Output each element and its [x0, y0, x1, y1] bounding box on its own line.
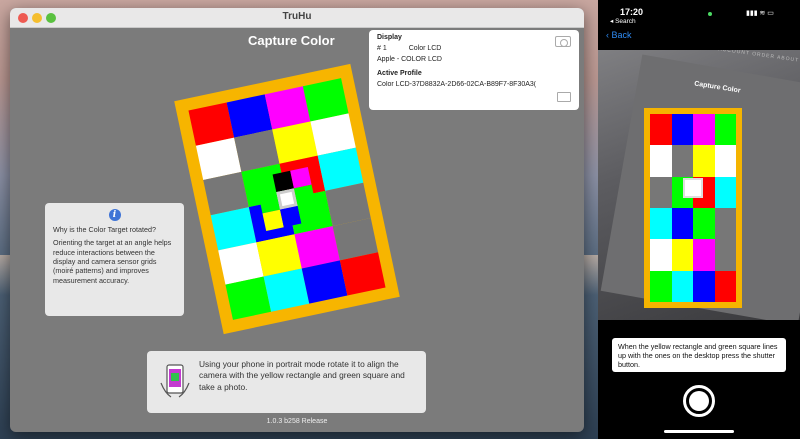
display-vendor: Apple - COLOR LCD: [377, 56, 442, 63]
page-title: Capture Color: [248, 33, 335, 48]
camera-icon[interactable]: [555, 36, 571, 47]
green-alignment-square: [683, 178, 703, 198]
color-patch: [714, 239, 736, 271]
color-patch: [671, 270, 693, 302]
color-patch: [693, 239, 715, 271]
color-patch: [693, 145, 715, 177]
camera-in-use-dot: [708, 12, 712, 16]
folder-icon[interactable]: [557, 92, 571, 102]
color-patch: [671, 114, 693, 146]
signal-wifi-battery-icons: ▮▮▮ ≋ ▭: [746, 10, 774, 17]
color-patch: [714, 114, 736, 146]
rotation-info-box: i Why is the Color Target rotated? Orien…: [45, 203, 184, 316]
back-button[interactable]: ‹ Back: [606, 30, 632, 40]
active-profile-value: Color LCD-37D8832A-2D66-02CA-B89F7-8F30A…: [377, 81, 537, 88]
status-bar: 17:20 ◂ Search ▮▮▮ ≋ ▭: [598, 4, 800, 28]
color-patch: [650, 239, 672, 271]
alignment-square: [254, 166, 320, 232]
color-patch: [693, 208, 715, 240]
color-target: [174, 63, 400, 335]
display-name: Color LCD: [408, 45, 442, 52]
photographed-color-target: [650, 114, 736, 302]
color-patch: [650, 176, 672, 208]
color-patch: [714, 270, 736, 302]
active-profile-header: Active Profile: [377, 70, 422, 77]
color-patch: [650, 270, 672, 302]
phone-screen: 17:20 ◂ Search ▮▮▮ ≋ ▭ ‹ Back ACCOUNT OR…: [598, 0, 800, 439]
color-patch: [671, 208, 693, 240]
window-title: TruHu: [282, 11, 312, 22]
phone-instruction-text: Using your phone in portrait mode rotate…: [199, 359, 405, 392]
color-patch: [650, 145, 672, 177]
back-to-search[interactable]: ◂ Search: [610, 17, 636, 25]
color-patch: [714, 176, 736, 208]
photographed-menu: ACCOUNT ORDER ABOUT: [717, 50, 800, 64]
phone-hint: When the yellow rectangle and green squa…: [612, 338, 786, 372]
info-answer: Orienting the target at an angle helps r…: [53, 238, 172, 285]
display-panel: Display # 1 Color LCD Apple - COLOR LCD …: [369, 30, 579, 110]
shutter-button[interactable]: [683, 385, 715, 417]
status-time: 17:20: [620, 7, 644, 17]
display-number: # 1: [377, 45, 387, 52]
color-patch: [671, 145, 693, 177]
truhu-window: TruHu Capture Color Display # 1 Color LC…: [10, 8, 584, 432]
color-patch: [671, 239, 693, 271]
home-indicator[interactable]: [664, 430, 734, 433]
color-patch: [714, 208, 736, 240]
version-label: 1.0.3 b258 Release: [266, 418, 328, 425]
color-patch: [650, 208, 672, 240]
color-patch: [693, 270, 715, 302]
display-header: Display: [377, 34, 402, 41]
color-patch: [693, 114, 715, 146]
phone-instruction-box: Using your phone in portrait mode rotate…: [147, 351, 426, 413]
back-label: Back: [611, 30, 632, 40]
color-patch: [650, 114, 672, 146]
info-question: Why is the Color Target rotated?: [53, 225, 156, 234]
title-bar: TruHu: [10, 8, 584, 28]
display-row: # 1 Color LCD: [377, 45, 571, 52]
info-icon: i: [108, 209, 121, 221]
color-patch: [714, 145, 736, 177]
color-patch: [339, 252, 386, 296]
phone-in-hands-icon: [160, 364, 190, 398]
camera-preview: ACCOUNT ORDER ABOUT Capture Color: [598, 50, 800, 320]
